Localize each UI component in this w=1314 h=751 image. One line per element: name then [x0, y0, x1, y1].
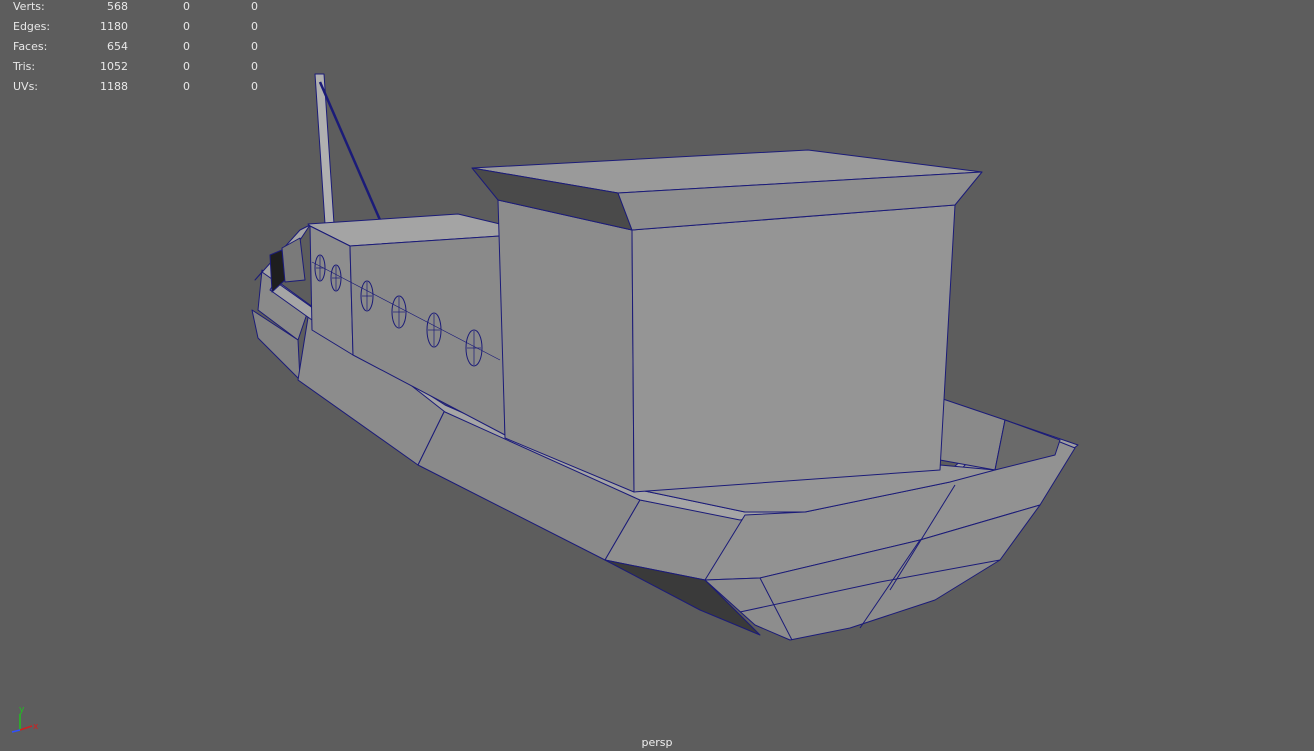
hud-row-edges: Edges: 1180 0 0 — [0, 20, 258, 40]
bow-inner-panel — [281, 237, 306, 283]
poly-count-hud: Verts: 568 0 0 Edges: 1180 0 0 Faces: 65… — [0, 0, 258, 100]
hud-row-verts: Verts: 568 0 0 — [0, 0, 258, 20]
hud-selected: 0 — [183, 80, 190, 93]
axis-x-label: x — [33, 722, 39, 732]
hud-row-uvs: UVs: 1188 0 0 — [0, 80, 258, 100]
hud-highlighted: 0 — [251, 20, 258, 33]
hud-row-faces: Faces: 654 0 0 — [0, 40, 258, 60]
wheelhouse-front — [631, 204, 956, 493]
hud-label: UVs: — [13, 80, 39, 93]
hud-label: Faces: — [13, 40, 48, 53]
hud-selected: 0 — [183, 0, 190, 13]
hud-highlighted: 0 — [251, 0, 258, 13]
hud-total: 1052 — [100, 60, 128, 73]
view-axis-gizmo-icon: y x — [11, 705, 39, 733]
hud-label: Edges: — [13, 20, 51, 33]
hud-total: 1180 — [100, 20, 128, 33]
hull-inner-wall — [939, 397, 1006, 471]
axis-x-line — [19, 725, 33, 731]
hud-total: 568 — [107, 0, 128, 13]
hud-label: Tris: — [13, 60, 36, 73]
hud-highlighted: 0 — [251, 80, 258, 93]
hud-highlighted: 0 — [251, 40, 258, 53]
hud-selected: 0 — [183, 20, 190, 33]
boat-mesh[interactable] — [0, 0, 1314, 751]
hud-label: Verts: — [13, 0, 45, 13]
axis-z-line — [11, 729, 21, 733]
hud-total: 1188 — [100, 80, 128, 93]
hud-total: 654 — [107, 40, 128, 53]
hud-selected: 0 — [183, 40, 190, 53]
camera-name-label: persp — [641, 736, 673, 749]
mast — [314, 73, 335, 225]
perspective-viewport[interactable]: Verts: 568 0 0 Edges: 1180 0 0 Faces: 65… — [0, 0, 1314, 751]
hud-row-tris: Tris: 1052 0 0 — [0, 60, 258, 80]
hud-highlighted: 0 — [251, 60, 258, 73]
axis-y-label: y — [19, 705, 25, 715]
hud-selected: 0 — [183, 60, 190, 73]
